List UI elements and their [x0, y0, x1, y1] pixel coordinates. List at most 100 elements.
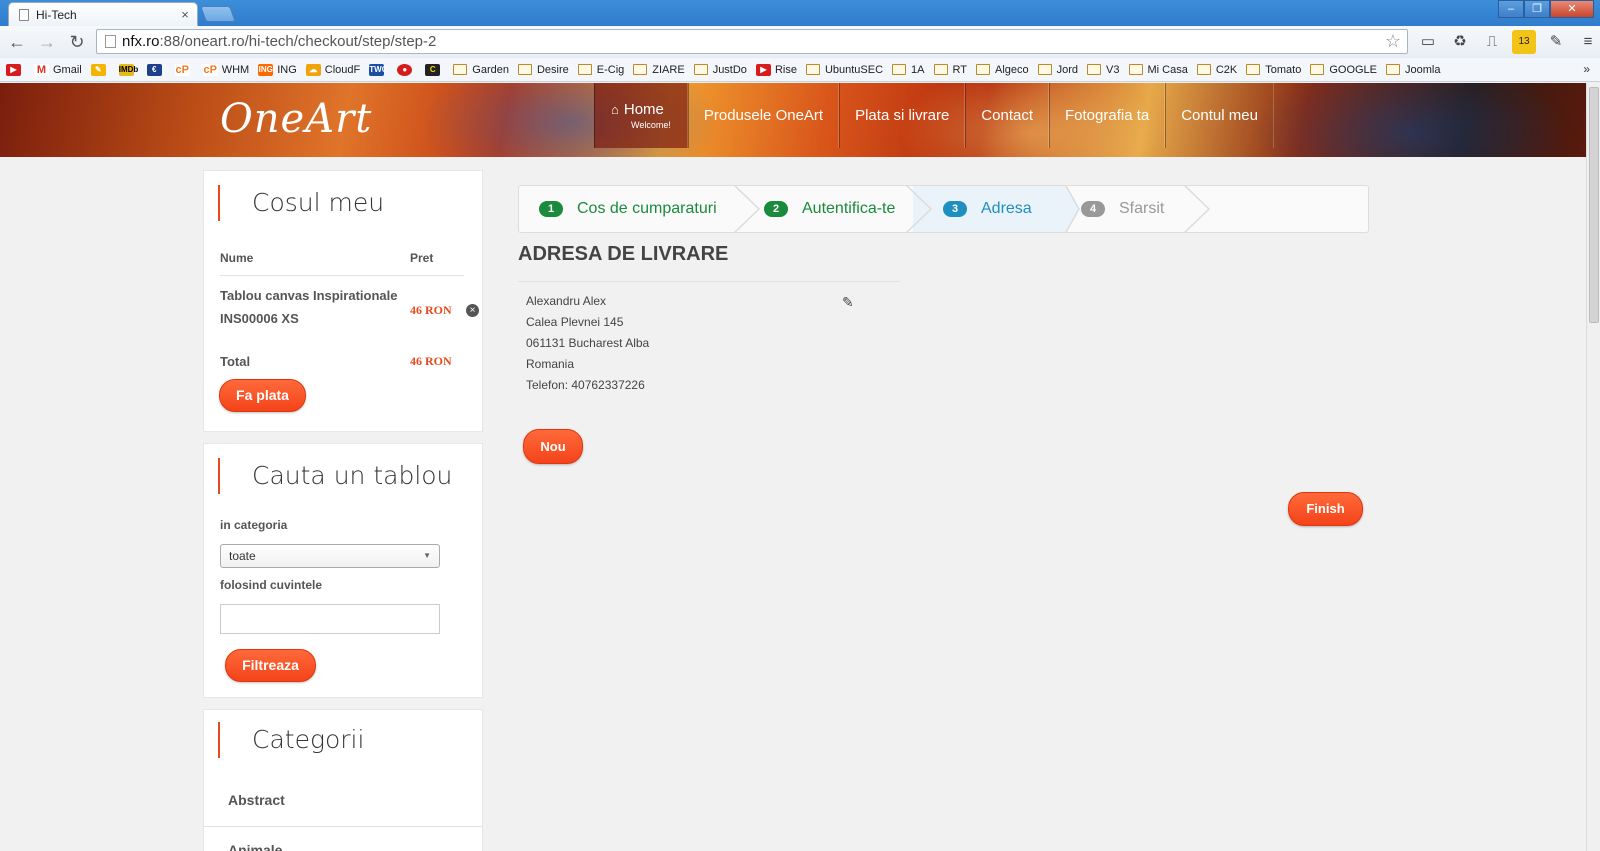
- cart-item-name[interactable]: Tablou canvas Inspirationale INS00006 XS: [220, 284, 410, 330]
- categories-title: Categorii: [218, 722, 364, 758]
- category-select[interactable]: toate ▼: [220, 544, 440, 568]
- notification-icon[interactable]: 13: [1512, 30, 1536, 54]
- page-icon: [105, 35, 116, 48]
- bookmark-item[interactable]: cP WHM: [202, 63, 249, 76]
- bookmark-folder[interactable]: RT: [933, 64, 967, 76]
- address-name: Alexandru Alex: [526, 294, 607, 308]
- close-window-button[interactable]: ✕: [1550, 0, 1594, 18]
- extension-icon[interactable]: ▭: [1416, 30, 1440, 54]
- url-host: nfx.ro: [122, 33, 160, 50]
- finish-button[interactable]: Finish: [1288, 492, 1363, 526]
- bookmark-item[interactable]: ▶ Rise: [755, 63, 797, 76]
- site-logo[interactable]: OneArt: [220, 96, 372, 142]
- more-bookmarks-icon[interactable]: »: [1583, 62, 1590, 76]
- bookmark-folder[interactable]: ZIARE: [633, 64, 685, 76]
- nav-fotografia-ta[interactable]: Fotografia ta: [1049, 83, 1166, 148]
- remove-item-icon[interactable]: ×: [466, 304, 479, 317]
- step-number: 1: [539, 201, 563, 217]
- tools-icon[interactable]: ✎: [1544, 30, 1568, 54]
- step-autentificare[interactable]: 2 Autentifica-te: [764, 186, 895, 232]
- step-adresa[interactable]: 3 Adresa: [913, 186, 1065, 232]
- bookmark-item[interactable]: ☁ CloudF: [305, 63, 360, 76]
- step-cos[interactable]: 1 Cos de cumparaturi: [539, 186, 717, 232]
- step-label: Cos de cumparaturi: [577, 200, 717, 217]
- bookmark-item[interactable]: ING ING: [258, 63, 297, 76]
- checkout-steps: 1 Cos de cumparaturi 2 Autentifica-te 3 …: [518, 185, 1369, 233]
- nav-contact[interactable]: Contact: [965, 83, 1049, 148]
- address-street: Calea Plevnei 145: [526, 315, 624, 329]
- main-navigation: ⌂ Home Welcome! Produsele OneArt Plata si…: [594, 83, 1274, 148]
- bookmark-folder[interactable]: GOOGLE: [1310, 64, 1377, 76]
- bookmark-folder[interactable]: Desire: [517, 64, 569, 76]
- nav-home-label: Home: [623, 101, 664, 118]
- bookmark-folder[interactable]: Garden: [453, 64, 509, 76]
- bookmark-folder[interactable]: 1A: [892, 64, 925, 76]
- minimize-button[interactable]: –: [1498, 0, 1524, 18]
- forward-icon[interactable]: →: [34, 29, 60, 55]
- bookmark-folder[interactable]: UbuntuSEC: [805, 64, 883, 76]
- divider: [204, 826, 482, 827]
- bookmark-folder[interactable]: JustDo: [693, 64, 747, 76]
- page-icon: [19, 8, 29, 21]
- bookmark-folder[interactable]: C2K: [1196, 64, 1237, 76]
- step-separator: [903, 186, 935, 232]
- keywords-input[interactable]: [220, 604, 440, 634]
- bookmark-folder[interactable]: Algeco: [975, 64, 1029, 76]
- step-sfarsit[interactable]: 4 Sfarsit: [1081, 186, 1164, 232]
- extension-icon[interactable]: ⎍: [1480, 30, 1504, 54]
- step-number: 3: [943, 201, 967, 217]
- menu-icon[interactable]: ≡: [1576, 30, 1600, 54]
- filter-button[interactable]: Filtreaza: [225, 649, 316, 682]
- cart-item-price: 46 RON: [410, 303, 452, 317]
- bookmark-folder[interactable]: Jord: [1037, 64, 1078, 76]
- bookmark-folder[interactable]: Tomato: [1246, 64, 1301, 76]
- browser-tab[interactable]: Hi-Tech ×: [8, 2, 198, 26]
- new-address-button[interactable]: Nou: [523, 429, 583, 464]
- close-tab-icon[interactable]: ×: [177, 7, 193, 22]
- bookmarks-bar: ▶ M Gmail ✎ IMDb € cP cP WHM ING ING ☁ Cloud…: [0, 58, 1600, 82]
- back-icon[interactable]: ←: [4, 29, 30, 55]
- scrollbar-thumb[interactable]: [1589, 87, 1599, 323]
- category-item[interactable]: Abstract: [228, 792, 285, 808]
- pay-button[interactable]: Fa plata: [219, 379, 306, 412]
- bookmark-cpanel[interactable]: cP: [174, 63, 194, 76]
- bookmark-folder[interactable]: Joomla: [1386, 64, 1440, 76]
- cart-total-price: 46 RON: [410, 354, 452, 368]
- search-panel: Cauta un tablou in categoria toate ▼ fol…: [203, 443, 483, 698]
- page-scrollbar[interactable]: [1586, 83, 1600, 851]
- step-separator: [1181, 186, 1213, 232]
- nav-contul-meu[interactable]: Contul meu: [1165, 83, 1274, 148]
- restore-button[interactable]: ❐: [1524, 0, 1550, 18]
- address-bar[interactable]: nfx.ro:88/oneart.ro/hi-tech/checkout/ste…: [96, 29, 1408, 54]
- bookmark-item[interactable]: M Gmail: [34, 63, 82, 76]
- bookmark-icon[interactable]: C: [425, 63, 444, 76]
- divider: [220, 275, 464, 276]
- home-icon: ⌂: [611, 102, 619, 117]
- category-label: in categoria: [220, 518, 288, 532]
- nav-plata-livrare[interactable]: Plata si livrare: [839, 83, 966, 148]
- bookmark-folder[interactable]: Mi Casa: [1128, 64, 1188, 76]
- reload-icon[interactable]: ↻: [64, 29, 90, 55]
- nav-produse[interactable]: Produsele OneArt: [687, 83, 840, 148]
- bookmark-folder[interactable]: E-Cig: [577, 64, 624, 76]
- bookmark-euro[interactable]: €: [146, 63, 166, 76]
- edit-pencil-icon[interactable]: ✎: [842, 294, 854, 311]
- browser-toolbar: ← → ↻ nfx.ro:88/oneart.ro/hi-tech/checko…: [0, 26, 1600, 58]
- bookmark-icon[interactable]: ●: [397, 63, 416, 76]
- new-tab-button[interactable]: [200, 6, 236, 22]
- bookmark-youtube[interactable]: ▶: [6, 63, 25, 76]
- category-item[interactable]: Animale: [228, 842, 282, 851]
- bookmark-folder[interactable]: V3: [1087, 64, 1120, 76]
- bookmark-imdb[interactable]: IMDb: [118, 63, 138, 76]
- step-label: Adresa: [981, 200, 1032, 217]
- browser-titlebar: Hi-Tech × – ❐ ✕: [0, 0, 1600, 26]
- step-separator: [1049, 186, 1081, 232]
- nav-home-subtitle: Welcome!: [631, 120, 671, 130]
- bookmark-twc[interactable]: TWC: [369, 63, 388, 76]
- nav-home[interactable]: ⌂ Home Welcome!: [594, 83, 688, 148]
- address-phone: Telefon: 40762337226: [526, 378, 645, 392]
- keywords-label: folosind cuvintele: [220, 578, 323, 592]
- bookmark-star-icon[interactable]: ☆: [1385, 31, 1401, 52]
- recycle-icon[interactable]: ♻: [1448, 30, 1472, 54]
- bookmark-icon[interactable]: ✎: [90, 63, 110, 76]
